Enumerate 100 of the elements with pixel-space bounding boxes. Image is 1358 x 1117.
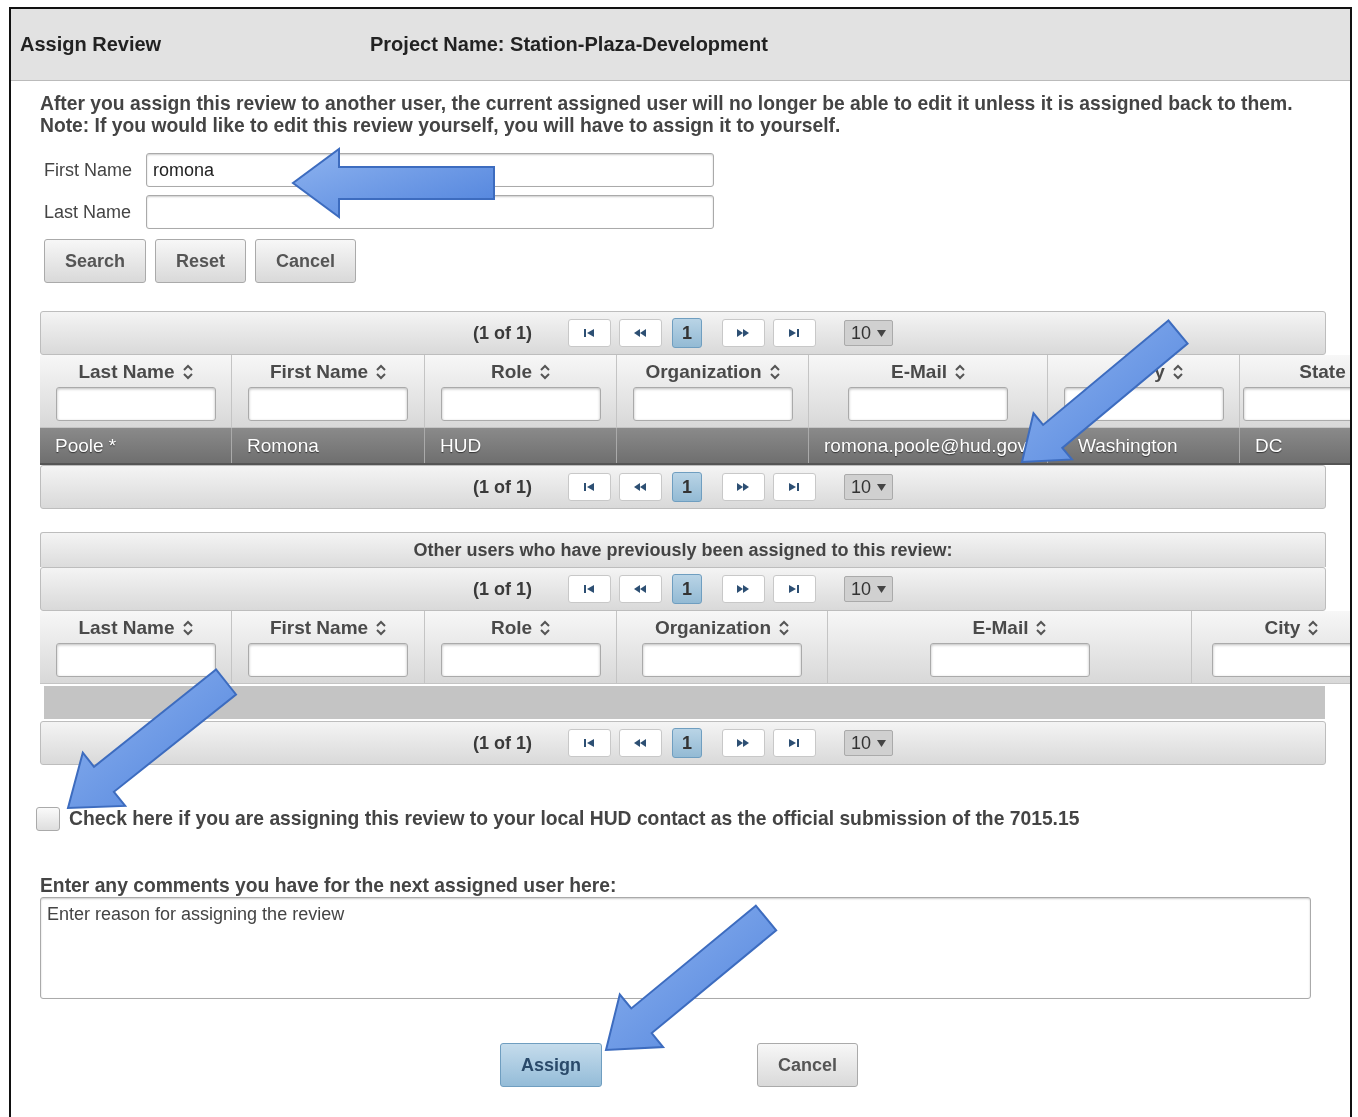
column-filter-field[interactable]	[55, 643, 216, 677]
cancel-button[interactable]: Cancel	[757, 1043, 859, 1087]
previous-page-button[interactable]	[619, 319, 662, 347]
column-header[interactable]: Role	[490, 361, 551, 383]
column-filter-field[interactable]	[248, 643, 408, 677]
first-page-icon	[582, 482, 597, 492]
page-status: (1 of 1)	[472, 732, 532, 754]
last-page-icon	[787, 328, 802, 338]
first-page-button[interactable]	[568, 729, 611, 757]
field-label: First Name	[44, 159, 133, 181]
rows-per-page-dropdown[interactable]: 10	[844, 730, 893, 756]
sort-icon	[376, 364, 387, 380]
first-page-button[interactable]	[568, 319, 611, 347]
form-button[interactable]: Reset	[155, 239, 247, 283]
checkbox[interactable]	[36, 807, 60, 831]
page-status: (1 of 1)	[472, 476, 532, 498]
next-page-button[interactable]	[722, 729, 765, 757]
form-button[interactable]: Cancel	[255, 239, 357, 283]
instruction-text: After you assign this review to another user, the current assigned user will no longer be able to edit it unless it is assigned back to them.	[40, 93, 1294, 115]
next-page-button[interactable]	[722, 473, 765, 501]
last-page-icon	[787, 738, 802, 748]
dropdown-caret-icon	[877, 329, 886, 337]
sort-icon	[540, 364, 551, 380]
column-header[interactable]: E-Mail	[891, 361, 965, 383]
next-page-button[interactable]	[722, 319, 765, 347]
sort-icon	[1172, 364, 1183, 380]
column-header[interactable]: First Name	[269, 617, 387, 639]
sort-icon	[769, 364, 780, 380]
table-caption: Other users who have previously been assigned to this review:	[40, 532, 1326, 567]
dialog-title: Assign Review	[20, 33, 163, 56]
column-header[interactable]: First Name	[269, 361, 387, 383]
column-header[interactable]: Organization	[654, 617, 790, 639]
dropdown-caret-icon	[877, 585, 886, 593]
last-page-icon	[787, 584, 802, 594]
rows-per-page-dropdown[interactable]: 10	[844, 576, 893, 602]
first-page-button[interactable]	[568, 473, 611, 501]
column-header[interactable]: Role	[490, 617, 551, 639]
sort-icon	[954, 364, 965, 380]
next-page-icon	[736, 482, 751, 492]
form-button[interactable]: Search	[44, 239, 147, 283]
page-number-button[interactable]: 1	[672, 472, 702, 502]
column-header[interactable]: E-Mail	[972, 617, 1047, 639]
sort-icon	[779, 620, 790, 636]
previous-page-icon	[633, 584, 648, 594]
column-header[interactable]: Last Name	[78, 361, 193, 383]
rows-per-page-dropdown[interactable]: 10	[844, 320, 893, 346]
sort-icon	[1036, 620, 1047, 636]
column-header[interactable]: State	[1299, 361, 1346, 383]
column-filter-field[interactable]	[248, 387, 408, 421]
rows-per-page-dropdown[interactable]: 10	[844, 474, 893, 500]
page-number-button[interactable]: 1	[672, 318, 702, 348]
dropdown-caret-icon	[877, 483, 886, 491]
table-cell: HUD	[425, 428, 617, 463]
first-page-icon	[582, 738, 597, 748]
checkbox-label: Check here if you are assigning this review to your local HUD contact as the official submission of the 7015.15	[69, 808, 1080, 830]
last-page-button[interactable]	[773, 575, 816, 603]
assign-button[interactable]: Assign	[500, 1043, 602, 1087]
last-page-icon	[787, 482, 802, 492]
column-header[interactable]: Last Name	[78, 617, 193, 639]
column-filter-field[interactable]	[632, 387, 793, 421]
last-page-button[interactable]	[773, 319, 816, 347]
sort-icon	[540, 620, 551, 636]
column-filter-field[interactable]	[929, 643, 1090, 677]
column-filter-field[interactable]	[1211, 643, 1350, 677]
next-page-button[interactable]	[722, 575, 765, 603]
project-name: Project Name: Station-Plaza-Development	[370, 33, 768, 56]
comments-field[interactable]: Enter reason for assigning the review	[40, 897, 1311, 999]
page-number-button[interactable]: 1	[672, 728, 702, 758]
instruction-text: Note: If you would like to edit this review yourself, you will have to assign it to yourself.	[40, 115, 842, 137]
last-page-button[interactable]	[773, 473, 816, 501]
last-page-button[interactable]	[773, 729, 816, 757]
column-filter-field[interactable]	[55, 387, 216, 421]
column-header[interactable]: City	[1264, 617, 1319, 639]
page-number-button[interactable]: 1	[672, 574, 702, 604]
dropdown-caret-icon	[877, 739, 886, 747]
table-row[interactable]: Poole * Romona HUD romona.poole@hud.gov Washington DC	[40, 428, 1350, 465]
sort-icon	[376, 620, 387, 636]
first-page-icon	[582, 328, 597, 338]
column-filter-field[interactable]	[848, 387, 1008, 421]
table-cell: DC	[1240, 428, 1350, 463]
field-label: Last Name	[44, 201, 133, 223]
column-filter-field[interactable]	[440, 643, 601, 677]
sort-icon	[182, 364, 193, 380]
first-page-button[interactable]	[568, 575, 611, 603]
previous-page-button[interactable]	[619, 575, 662, 603]
column-filter-field[interactable]	[642, 643, 802, 677]
table-cell: Poole *	[40, 428, 232, 463]
previous-page-button[interactable]	[619, 473, 662, 501]
comments-label: Enter any comments you have for the next assigned user here:	[40, 875, 618, 897]
sort-icon	[1308, 620, 1319, 636]
name-input-field[interactable]	[146, 195, 714, 229]
next-page-icon	[736, 328, 751, 338]
next-page-icon	[736, 738, 751, 748]
page-status: (1 of 1)	[472, 322, 532, 344]
first-page-icon	[582, 584, 597, 594]
sort-icon	[182, 620, 193, 636]
page-status: (1 of 1)	[472, 578, 532, 600]
previous-page-button[interactable]	[619, 729, 662, 757]
previous-page-icon	[633, 482, 648, 492]
column-filter-field[interactable]	[440, 387, 601, 421]
